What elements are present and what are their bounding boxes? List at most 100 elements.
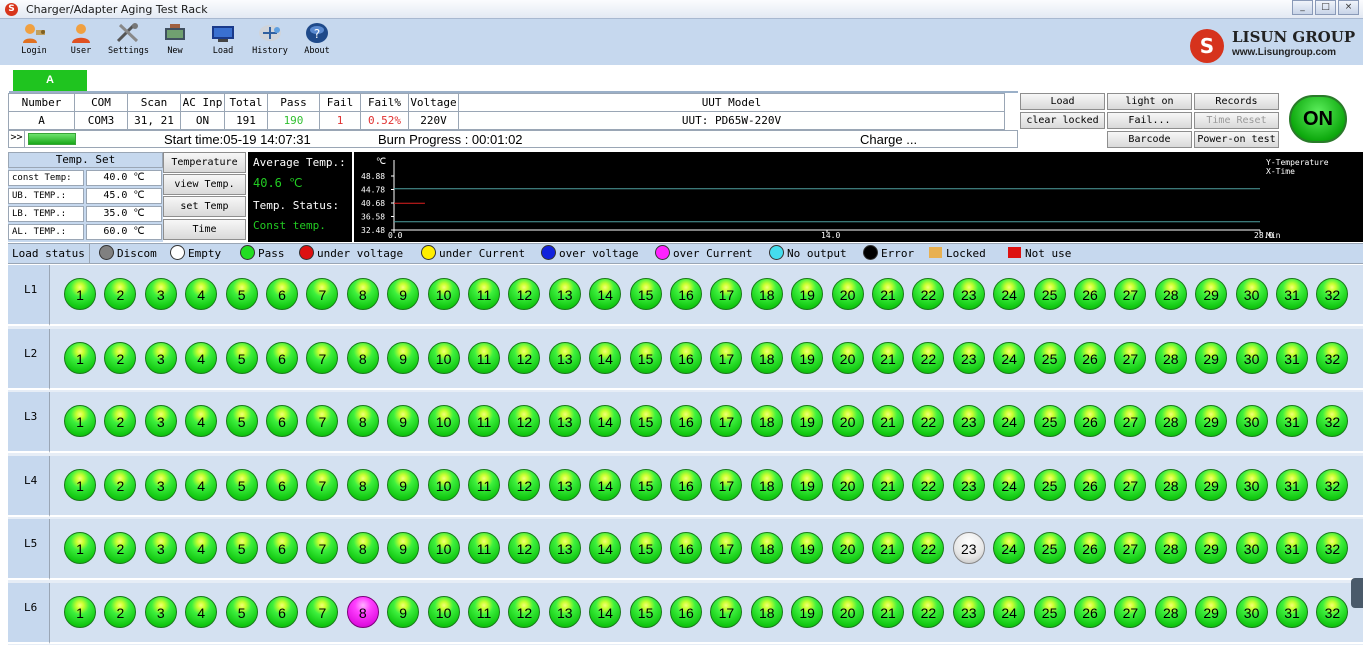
- load-slot[interactable]: 8: [346, 405, 379, 437]
- load-slot[interactable]: 6: [266, 532, 298, 564]
- load-uut-button[interactable]: Load: [1020, 93, 1105, 110]
- load-slot[interactable]: 5: [225, 278, 258, 310]
- load-slot[interactable]: 6: [266, 595, 298, 628]
- load-slot[interactable]: 26: [1074, 532, 1106, 564]
- load-slot[interactable]: 6: [266, 468, 298, 501]
- load-slot[interactable]: 12: [508, 595, 541, 628]
- load-slot[interactable]: 22: [912, 595, 945, 628]
- maximize-button[interactable]: □: [1315, 0, 1336, 15]
- load-slot[interactable]: 22: [912, 341, 945, 374]
- load-slot[interactable]: 16: [670, 468, 702, 501]
- load-slot[interactable]: 6: [266, 278, 298, 310]
- new-button[interactable]: New: [155, 22, 195, 56]
- load-slot[interactable]: 9: [387, 468, 420, 501]
- load-slot[interactable]: 18: [750, 341, 783, 374]
- load-slot[interactable]: 26: [1074, 341, 1106, 374]
- on-button[interactable]: ON: [1289, 95, 1347, 143]
- user-button[interactable]: User: [61, 22, 101, 56]
- temp-value-field[interactable]: 35.0 ℃: [86, 206, 162, 222]
- load-slot[interactable]: 20: [831, 405, 864, 437]
- load-slot[interactable]: 18: [750, 595, 783, 628]
- load-slot[interactable]: 24: [993, 468, 1026, 501]
- load-slot[interactable]: 25: [1033, 468, 1066, 501]
- load-slot[interactable]: 14: [589, 278, 622, 310]
- load-slot[interactable]: 25: [1033, 405, 1066, 437]
- load-slot[interactable]: 8: [346, 532, 379, 564]
- load-slot[interactable]: 30: [1235, 468, 1268, 501]
- load-slot[interactable]: 27: [1114, 278, 1147, 310]
- load-slot[interactable]: 28: [1154, 468, 1187, 501]
- load-slot[interactable]: 29: [1195, 468, 1228, 501]
- load-slot[interactable]: 13: [548, 278, 581, 310]
- temp-value-field[interactable]: 60.0 ℃: [86, 224, 162, 240]
- load-slot[interactable]: 29: [1195, 405, 1228, 437]
- load-slot[interactable]: 30: [1235, 532, 1268, 564]
- load-slot[interactable]: 14: [589, 532, 622, 564]
- load-slot[interactable]: 30: [1235, 341, 1268, 374]
- load-slot[interactable]: 15: [629, 405, 662, 437]
- records-button[interactable]: Records: [1194, 93, 1279, 110]
- load-slot[interactable]: 16: [670, 405, 702, 437]
- history-button[interactable]: History: [250, 22, 290, 56]
- load-slot[interactable]: 18: [750, 405, 783, 437]
- load-slot[interactable]: 9: [387, 532, 420, 564]
- load-slot[interactable]: 27: [1114, 341, 1147, 374]
- load-slot[interactable]: 11: [468, 468, 500, 501]
- load-slot[interactable]: 20: [831, 341, 864, 374]
- load-slot[interactable]: 31: [1276, 341, 1308, 374]
- load-slot[interactable]: 30: [1235, 405, 1268, 437]
- load-slot[interactable]: 22: [912, 278, 945, 310]
- load-slot[interactable]: 21: [872, 278, 904, 310]
- load-slot[interactable]: 3: [144, 595, 177, 628]
- load-slot[interactable]: 14: [589, 405, 622, 437]
- load-slot[interactable]: 3: [144, 468, 177, 501]
- load-slot[interactable]: 25: [1033, 532, 1066, 564]
- load-slot[interactable]: 1: [64, 341, 96, 374]
- load-slot[interactable]: 4: [185, 532, 218, 564]
- load-slot[interactable]: 32: [1316, 595, 1349, 628]
- load-slot[interactable]: 5: [225, 595, 258, 628]
- load-slot[interactable]: 18: [750, 278, 783, 310]
- load-slot[interactable]: 17: [710, 405, 743, 437]
- load-slot[interactable]: 5: [225, 341, 258, 374]
- load-slot[interactable]: 6: [266, 405, 298, 437]
- load-slot[interactable]: 17: [710, 468, 743, 501]
- load-slot[interactable]: 13: [548, 341, 581, 374]
- load-slot[interactable]: 31: [1276, 595, 1308, 628]
- load-slot[interactable]: 1: [64, 405, 96, 437]
- load-slot[interactable]: 2: [104, 405, 137, 437]
- temp-value-field[interactable]: 45.0 ℃: [86, 188, 162, 204]
- load-slot[interactable]: 1: [64, 278, 96, 310]
- load-slot[interactable]: 23: [952, 468, 985, 501]
- load-slot[interactable]: 5: [225, 532, 258, 564]
- load-slot[interactable]: 7: [306, 468, 339, 501]
- load-slot[interactable]: 2: [104, 532, 137, 564]
- load-slot[interactable]: 19: [791, 468, 824, 501]
- load-slot[interactable]: 13: [548, 595, 581, 628]
- load-slot[interactable]: 25: [1033, 278, 1066, 310]
- load-slot[interactable]: 32: [1316, 468, 1349, 501]
- load-slot[interactable]: 20: [831, 532, 864, 564]
- time-reset-button[interactable]: Time Reset: [1194, 112, 1279, 129]
- view-temp-button[interactable]: view Temp.: [163, 174, 246, 195]
- load-slot[interactable]: 21: [872, 341, 904, 374]
- load-slot[interactable]: 6: [266, 341, 298, 374]
- load-slot[interactable]: 10: [427, 405, 460, 437]
- close-button[interactable]: ×: [1338, 0, 1359, 15]
- load-slot[interactable]: 5: [225, 468, 258, 501]
- load-slot[interactable]: 28: [1154, 341, 1187, 374]
- load-slot[interactable]: 16: [670, 278, 702, 310]
- load-slot[interactable]: 22: [912, 405, 945, 437]
- load-slot[interactable]: 28: [1154, 532, 1187, 564]
- load-slot[interactable]: 21: [872, 405, 904, 437]
- load-slot[interactable]: 28: [1154, 405, 1187, 437]
- load-slot[interactable]: 31: [1276, 278, 1308, 310]
- load-slot[interactable]: 2: [104, 278, 137, 310]
- load-slot[interactable]: 2: [104, 468, 137, 501]
- load-slot[interactable]: 8: [346, 278, 379, 310]
- load-slot[interactable]: 27: [1114, 405, 1147, 437]
- barcode-button[interactable]: Barcode: [1107, 131, 1192, 148]
- load-slot[interactable]: 15: [629, 468, 662, 501]
- temp-value-field[interactable]: 40.0 ℃: [86, 170, 162, 186]
- load-slot[interactable]: 11: [468, 532, 500, 564]
